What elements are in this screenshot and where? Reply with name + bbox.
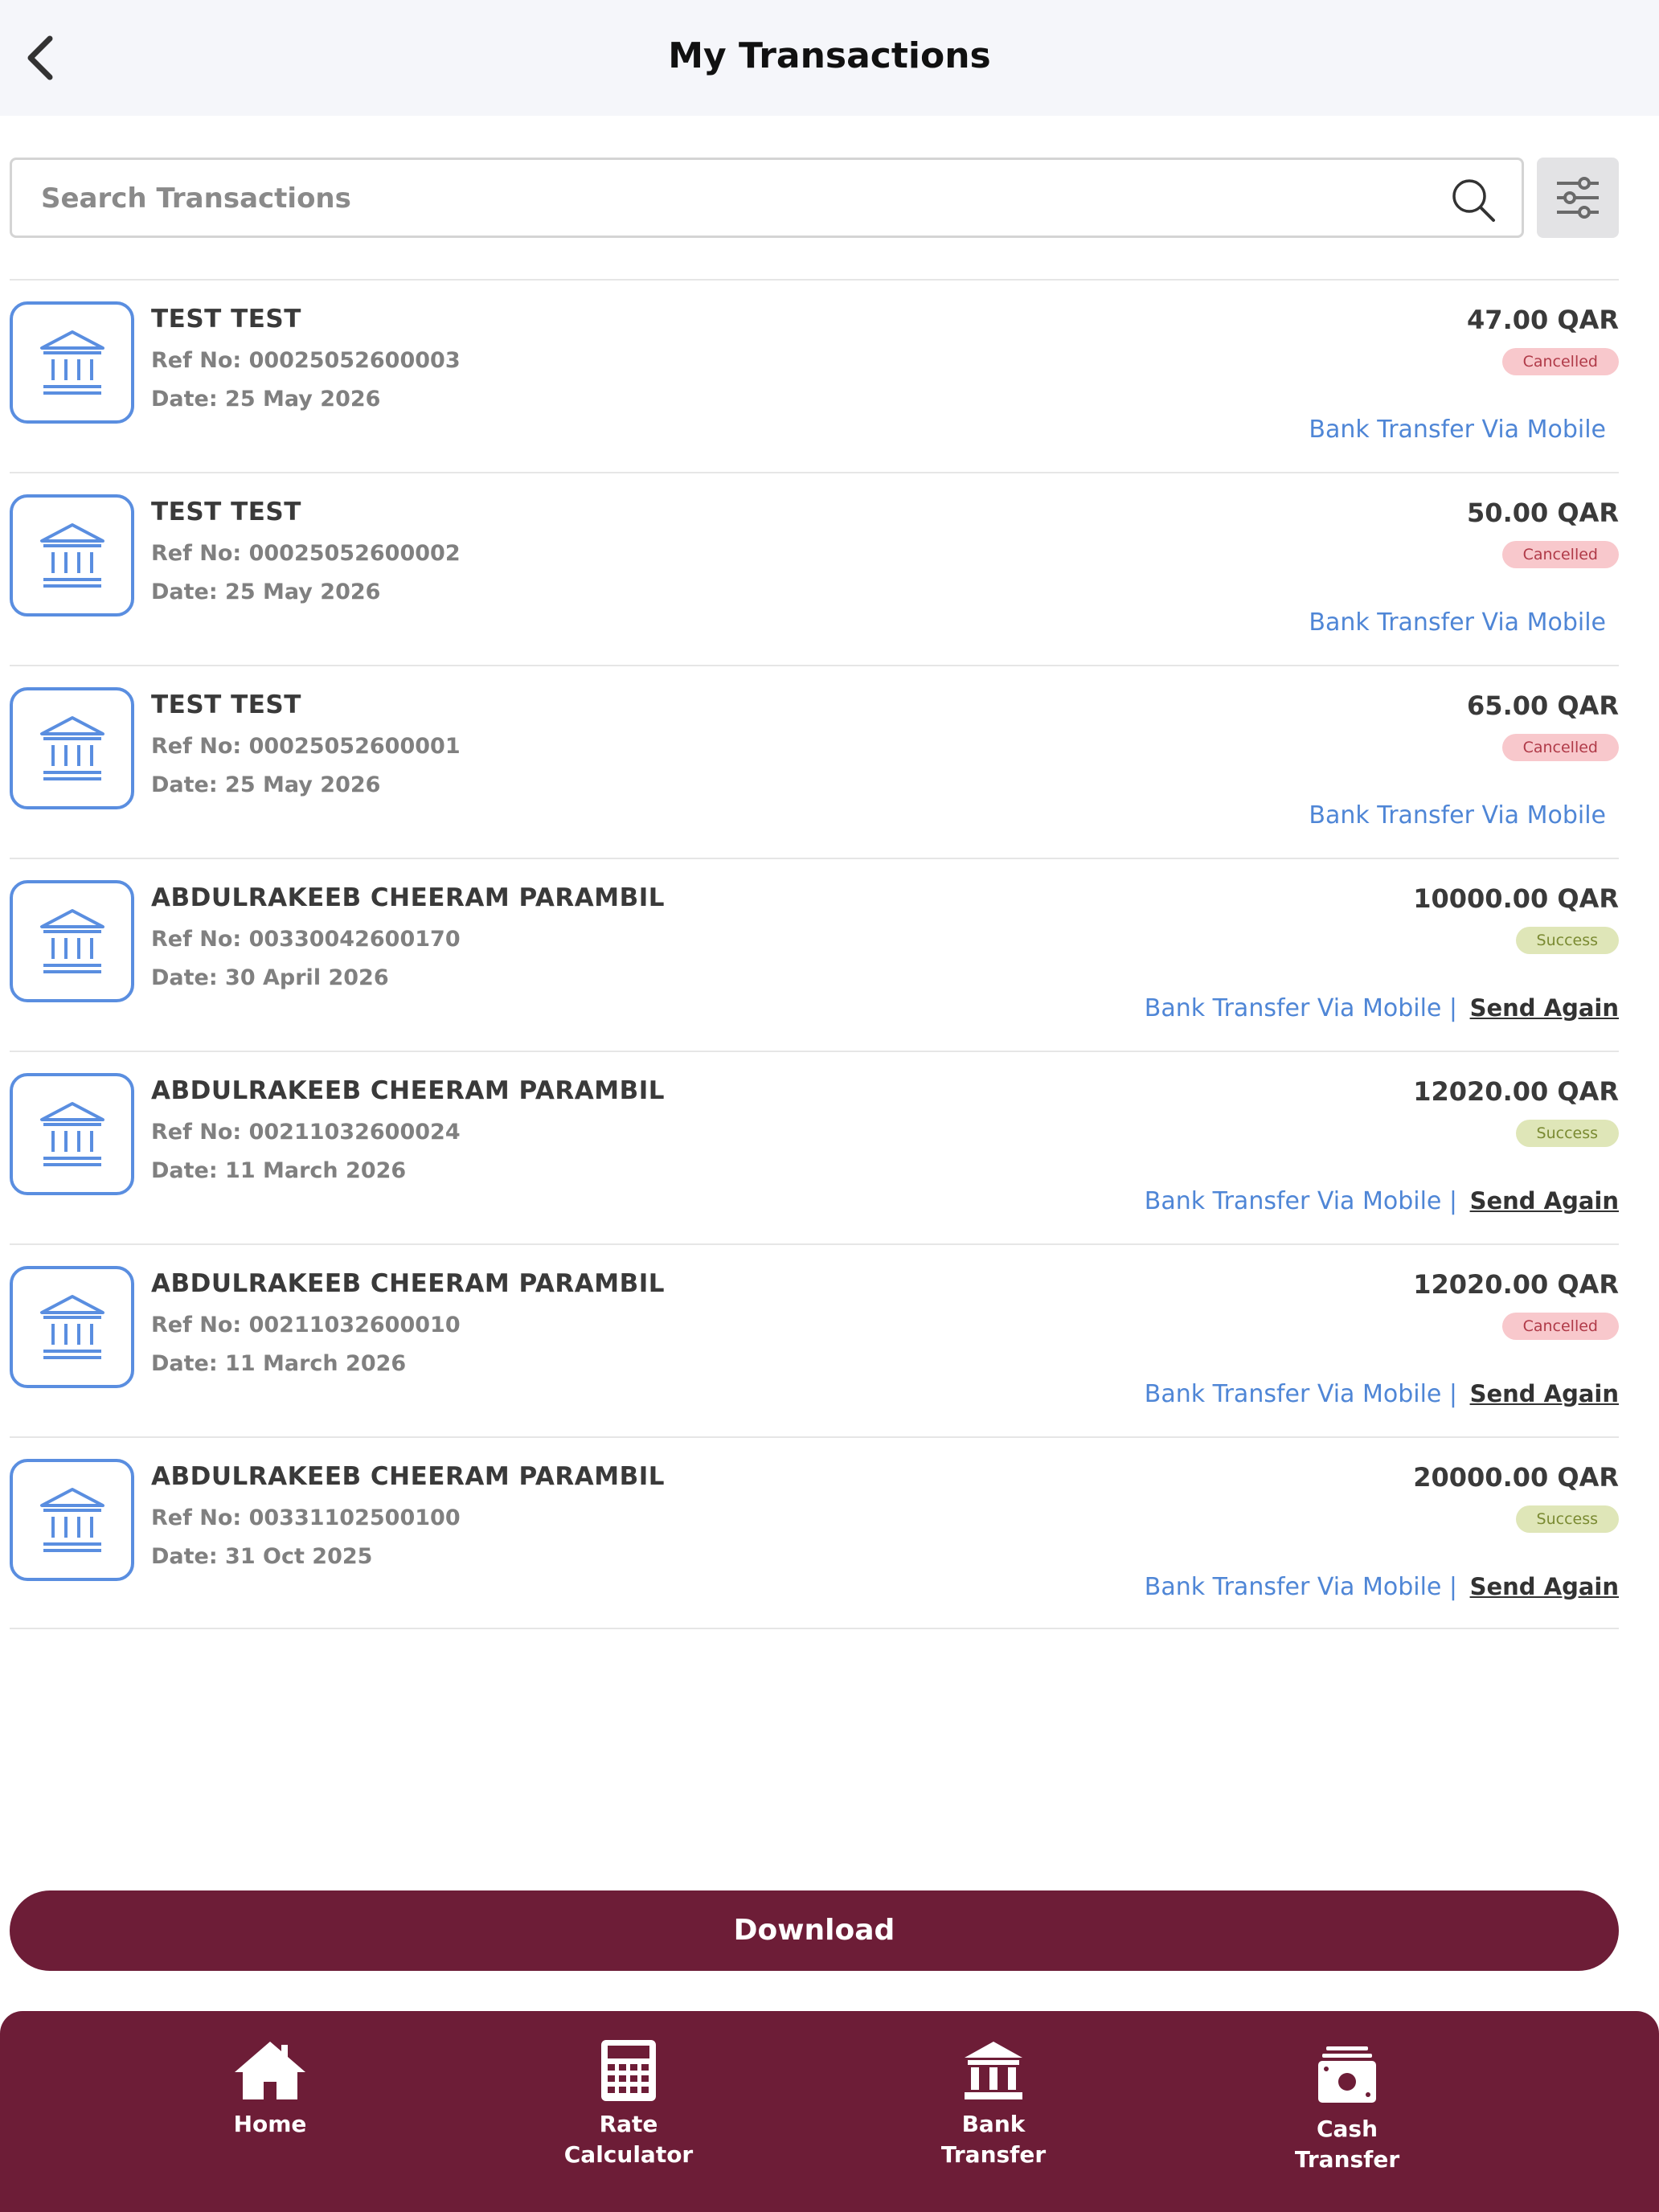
cash-icon	[1318, 2046, 1376, 2103]
beneficiary-name: ABDULRAKEEB CHEERAM PARAMBIL	[151, 1462, 665, 1491]
transaction-row[interactable]: ABDULRAKEEB CHEERAM PARAMBIL Ref No: 0021…	[10, 1051, 1619, 1243]
reference-number: Ref No: 00025052600003	[151, 348, 461, 373]
beneficiary-name: TEST TEST	[151, 498, 301, 526]
reference-number: Ref No: 00331102500100	[151, 1505, 461, 1530]
transaction-amount: 50.00 QAR	[1467, 498, 1619, 528]
reference-number: Ref No: 00330042600170	[151, 927, 461, 952]
bank-icon	[39, 330, 104, 395]
search-icon[interactable]	[1449, 176, 1497, 224]
send-again-link[interactable]: Send Again	[1470, 1187, 1619, 1215]
bank-icon	[39, 1102, 104, 1166]
bank-icon-box	[10, 1266, 134, 1388]
bank-icon	[39, 909, 104, 973]
transaction-date: Date: 25 May 2026	[151, 387, 381, 412]
transaction-amount: 65.00 QAR	[1467, 690, 1619, 721]
transaction-row[interactable]: TEST TEST Ref No: 00025052600002 Date: 25 …	[10, 472, 1619, 665]
transfer-actions: Bank Transfer Via Mobile | Send Again	[1145, 1380, 1619, 1408]
search-placeholder: Search Transactions	[41, 182, 351, 215]
transaction-amount: 12020.00 QAR	[1413, 1269, 1619, 1300]
status-badge: Cancelled	[1501, 348, 1619, 375]
bank-icon	[965, 2042, 1022, 2099]
transfer-actions: Bank Transfer Via Mobile | Send Again	[1145, 1187, 1619, 1215]
transaction-row[interactable]: TEST TEST Ref No: 00025052600003 Date: 25 …	[10, 279, 1619, 472]
bank-icon-box	[10, 301, 134, 424]
home-icon	[235, 2042, 305, 2099]
status-badge: Cancelled	[1501, 541, 1619, 568]
transfer-method: Bank Transfer Via Mobile |	[1144, 994, 1458, 1022]
beneficiary-name: TEST TEST	[151, 690, 301, 719]
bank-icon	[39, 716, 104, 780]
nav-bank-transfer[interactable]: Bank Transfer	[913, 2011, 1074, 2212]
status-badge: Success	[1515, 927, 1619, 954]
status-badge: Success	[1515, 1505, 1619, 1533]
reference-number: Ref No: 00211032600024	[151, 1120, 461, 1145]
nav-cash-transfer[interactable]: Cash Transfer	[1267, 2011, 1428, 2212]
nav-bank-transfer-label: Bank Transfer	[940, 2111, 1047, 2168]
transaction-date: Date: 11 March 2026	[151, 1351, 407, 1376]
status-badge: Success	[1515, 1120, 1619, 1147]
status-badge: Cancelled	[1501, 734, 1619, 761]
transfer-method: Bank Transfer Via Mobile |	[1144, 1187, 1458, 1215]
bank-icon-box	[10, 1073, 134, 1195]
transfer-method: Bank Transfer Via Mobile |	[1144, 1573, 1458, 1601]
transfer-actions: Bank Transfer Via Mobile | Send Again	[1145, 994, 1619, 1022]
bank-icon-box	[10, 1459, 134, 1581]
transaction-amount: 10000.00 QAR	[1413, 883, 1619, 914]
search-input[interactable]: Search Transactions	[10, 158, 1524, 238]
reference-number: Ref No: 00025052600002	[151, 541, 461, 566]
beneficiary-name: TEST TEST	[151, 305, 301, 334]
bank-icon	[39, 523, 104, 588]
send-again-link[interactable]: Send Again	[1470, 1573, 1619, 1600]
transaction-date: Date: 11 March 2026	[151, 1158, 407, 1183]
nav-rate-calculator-label: Rate Calculator	[563, 2111, 694, 2168]
transaction-row[interactable]: ABDULRAKEEB CHEERAM PARAMBIL Ref No: 0033…	[10, 858, 1619, 1051]
bank-icon-box	[10, 494, 134, 616]
top-bar: My Transactions	[0, 0, 1659, 116]
beneficiary-name: ABDULRAKEEB CHEERAM PARAMBIL	[151, 1076, 665, 1105]
filter-button[interactable]	[1537, 158, 1619, 238]
nav-rate-calculator[interactable]: Rate Calculator	[548, 2011, 709, 2212]
bank-icon	[39, 1488, 104, 1552]
calculator-icon	[601, 2040, 656, 2101]
transaction-date: Date: 31 Oct 2025	[151, 1544, 373, 1569]
nav-home-label: Home	[233, 2111, 307, 2137]
transaction-amount: 47.00 QAR	[1467, 305, 1619, 335]
nav-home[interactable]: Home	[190, 2011, 350, 2212]
beneficiary-name: ABDULRAKEEB CHEERAM PARAMBIL	[151, 883, 665, 912]
transaction-list: TEST TEST Ref No: 00025052600003 Date: 25 …	[10, 279, 1619, 1629]
transaction-date: Date: 30 April 2026	[151, 965, 389, 990]
send-again-link[interactable]: Send Again	[1470, 1380, 1619, 1407]
transfer-method: Bank Transfer Via Mobile	[1309, 608, 1606, 637]
transaction-amount: 20000.00 QAR	[1413, 1462, 1619, 1493]
transaction-row[interactable]: TEST TEST Ref No: 00025052600001 Date: 25 …	[10, 665, 1619, 858]
beneficiary-name: ABDULRAKEEB CHEERAM PARAMBIL	[151, 1269, 665, 1298]
download-button[interactable]: Download	[10, 1890, 1619, 1971]
transfer-method: Bank Transfer Via Mobile	[1309, 416, 1606, 444]
reference-number: Ref No: 00025052600001	[151, 734, 461, 759]
transfer-method: Bank Transfer Via Mobile |	[1144, 1380, 1458, 1408]
bank-icon-box	[10, 880, 134, 1002]
transaction-date: Date: 25 May 2026	[151, 772, 381, 797]
sliders-icon	[1557, 177, 1599, 219]
bank-icon-box	[10, 687, 134, 809]
page-title: My Transactions	[668, 35, 991, 76]
bank-icon	[39, 1295, 104, 1359]
transactions-screen: My Transactions Search Transactions TEST…	[0, 0, 1659, 2212]
transaction-date: Date: 25 May 2026	[151, 580, 381, 604]
transaction-row[interactable]: ABDULRAKEEB CHEERAM PARAMBIL Ref No: 0021…	[10, 1243, 1619, 1436]
transfer-actions: Bank Transfer Via Mobile | Send Again	[1145, 1573, 1619, 1601]
status-badge: Cancelled	[1501, 1313, 1619, 1340]
bottom-navigation: Home Rate Calculator Bank Transfer Cash …	[0, 2011, 1659, 2212]
transaction-amount: 12020.00 QAR	[1413, 1076, 1619, 1107]
reference-number: Ref No: 00211032600010	[151, 1313, 461, 1337]
transfer-method: Bank Transfer Via Mobile	[1309, 801, 1606, 830]
nav-cash-transfer-label: Cash Transfer	[1294, 2116, 1400, 2173]
transaction-row[interactable]: ABDULRAKEEB CHEERAM PARAMBIL Ref No: 0033…	[10, 1436, 1619, 1629]
send-again-link[interactable]: Send Again	[1470, 994, 1619, 1022]
